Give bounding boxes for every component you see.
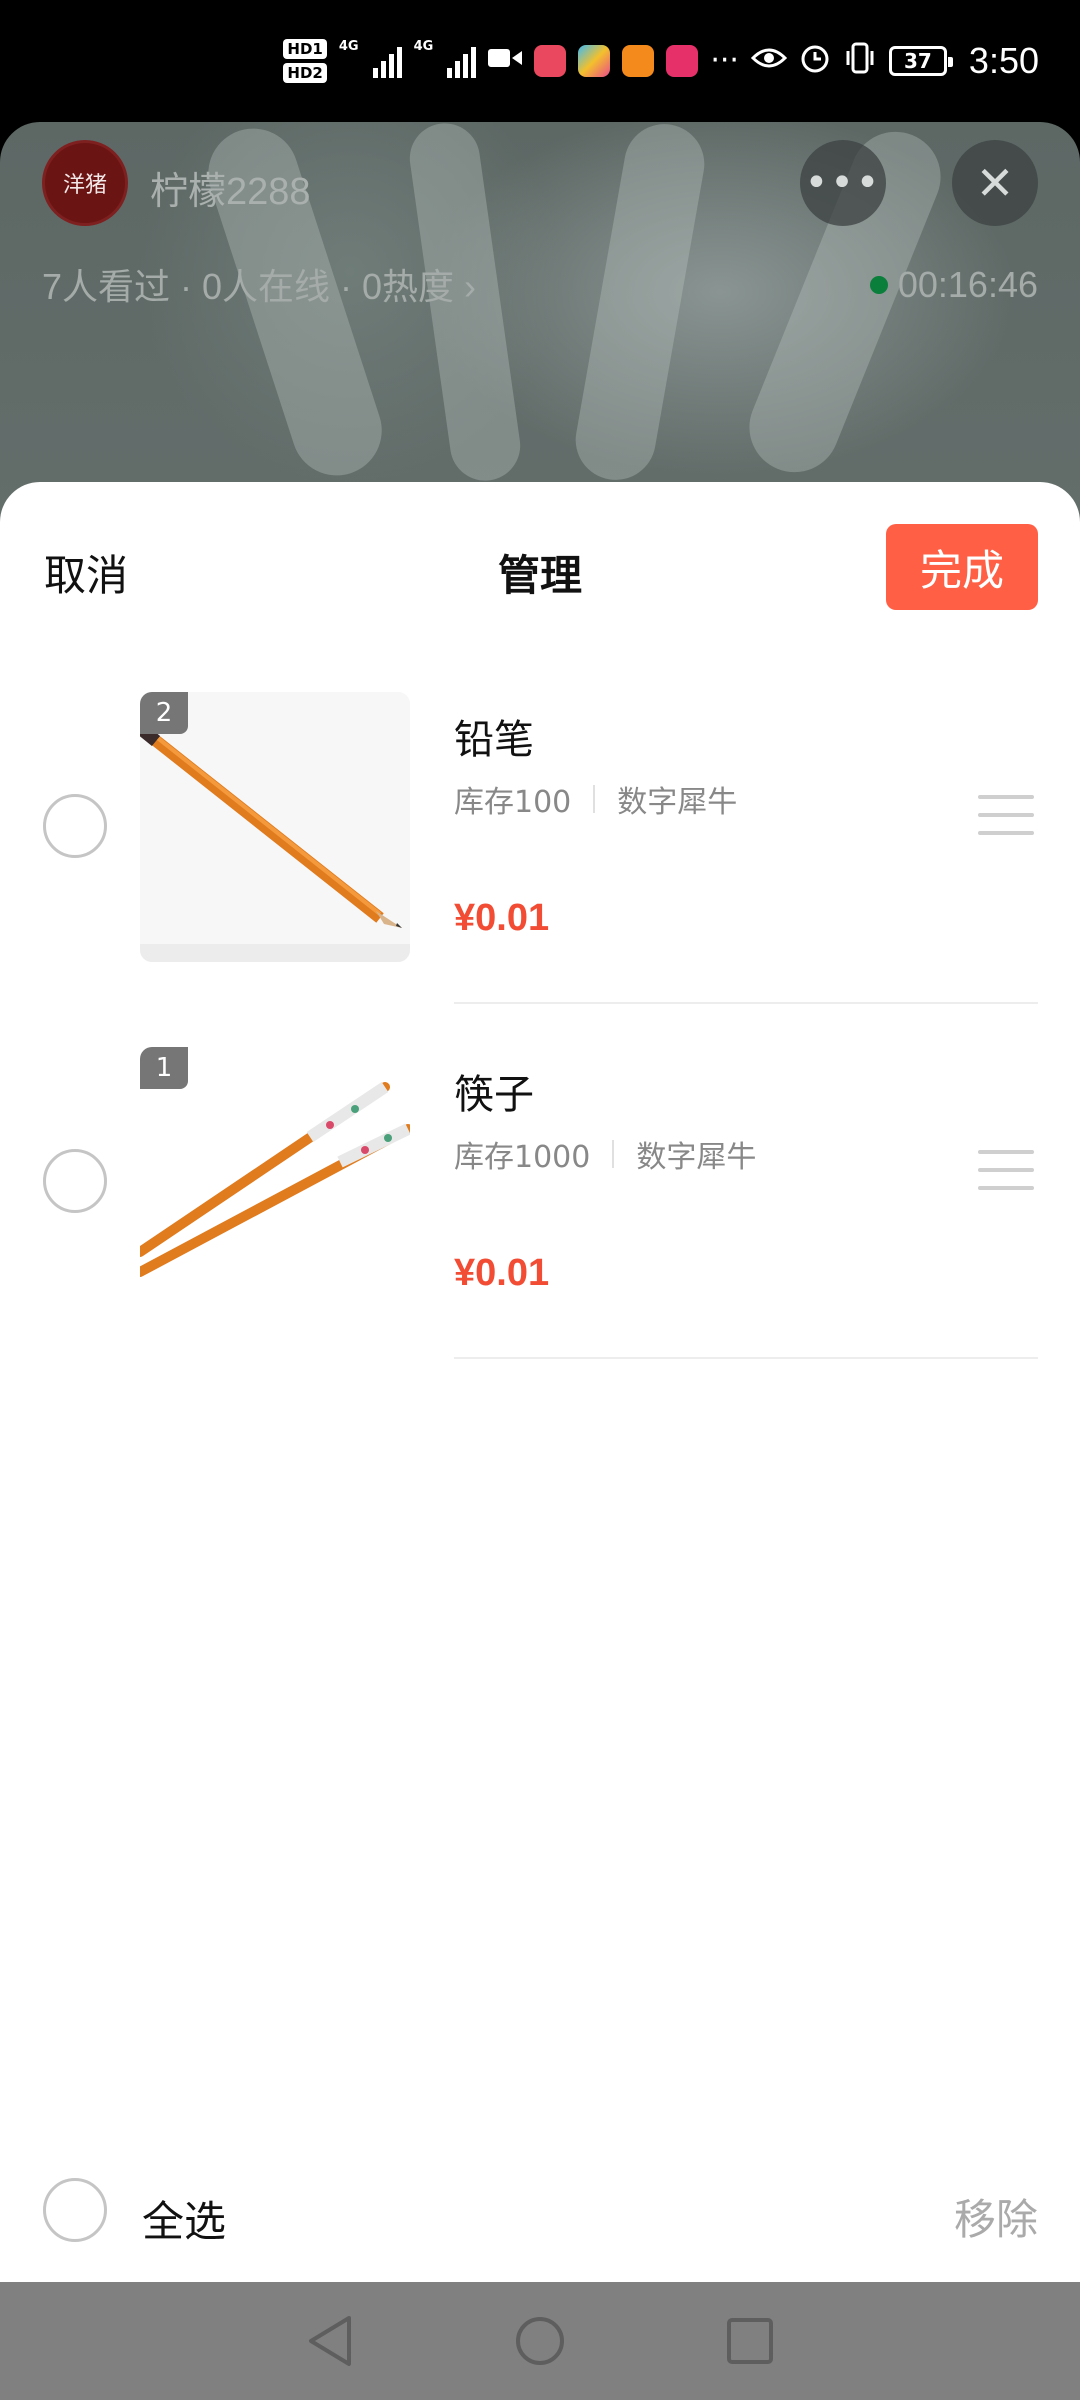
- row-divider: [454, 1002, 1038, 1004]
- shop-app-icon: [666, 45, 699, 77]
- live-header: 洋猪 柠檬2288 ••• ✕ 7人看过 · 0人在线 · 0热度 › 00:1…: [42, 140, 1038, 310]
- meta-divider: [593, 785, 596, 813]
- product-name: 铅笔: [454, 717, 534, 763]
- product-price: ¥0.01: [454, 897, 550, 939]
- product-item: 1 筷子 库存1000 数字犀牛 ¥0.01: [0, 1032, 1080, 1387]
- home-icon[interactable]: [510, 2311, 570, 2371]
- product-meta: 库存100 数字犀牛: [454, 777, 737, 821]
- product-stock: 库存1000: [454, 1140, 591, 1175]
- remove-button[interactable]: 移除: [954, 2186, 1038, 2247]
- product-meta: 库存1000 数字犀牛: [454, 1132, 756, 1176]
- product-image-pencil: 2: [140, 692, 410, 962]
- cancel-button[interactable]: 取消: [44, 542, 128, 603]
- more-options-icon[interactable]: •••: [800, 140, 886, 226]
- row-divider: [454, 1357, 1038, 1359]
- manage-sheet: 取消 管理 完成 2 铅笔 库存100 数字犀牛 ¥0.01 1 筷子 库存10…: [0, 482, 1080, 2282]
- done-button[interactable]: 完成: [886, 524, 1038, 610]
- product-rank-badge: 1: [140, 1047, 188, 1089]
- product-price: ¥0.01: [454, 1252, 550, 1294]
- live-status-dot: [869, 276, 888, 294]
- reader-app-icon: [622, 45, 655, 77]
- book-app-icon: [534, 45, 567, 77]
- streamer-name: 柠檬2288: [150, 171, 311, 213]
- live-timer: 00:16:46: [869, 264, 1038, 306]
- drag-handle-icon[interactable]: [978, 1150, 1034, 1190]
- back-icon[interactable]: [300, 2311, 360, 2371]
- meta-divider: [612, 1140, 615, 1168]
- recents-icon[interactable]: [720, 2311, 780, 2371]
- product-image-chopsticks: 1: [140, 1047, 410, 1317]
- hd1-label: HD1: [283, 39, 327, 59]
- product-rank-badge: 2: [140, 692, 188, 734]
- signal-icon: [447, 44, 477, 78]
- eye-icon: [750, 46, 788, 76]
- network-type-1: 4G: [338, 39, 359, 54]
- product-select-radio[interactable]: [43, 1149, 107, 1213]
- hd2-label: HD2: [283, 63, 327, 83]
- battery-icon: 37: [888, 46, 953, 76]
- drag-handle-icon[interactable]: [978, 795, 1034, 835]
- navigation-bar: [0, 2282, 1080, 2400]
- sheet-footer: 全选 移除: [0, 2162, 1080, 2282]
- live-duration: 00:16:46: [897, 264, 1038, 305]
- gallery-app-icon: [578, 45, 611, 77]
- hd-indicator: HD1 HD2: [283, 39, 327, 83]
- product-shop: 数字犀牛: [636, 1140, 757, 1175]
- alarm-icon: [799, 42, 831, 80]
- network-type-2: 4G: [413, 39, 434, 54]
- select-all-label[interactable]: 全选: [142, 2188, 226, 2249]
- status-bar: HD1 HD2 4G 4G ··· 37 3:50: [0, 0, 1080, 122]
- product-shop: 数字犀牛: [617, 785, 738, 820]
- signal-icon: [372, 44, 402, 78]
- product-select-radio[interactable]: [43, 794, 107, 858]
- product-stock: 库存100: [454, 785, 572, 820]
- select-all-radio[interactable]: [43, 2178, 107, 2242]
- live-stats[interactable]: 7人看过 · 0人在线 · 0热度 ›: [42, 258, 476, 310]
- vibrate-icon: [843, 42, 877, 80]
- close-icon[interactable]: ✕: [952, 140, 1038, 226]
- clock: 3:50: [968, 40, 1039, 81]
- product-item: 2 铅笔 库存100 数字犀牛 ¥0.01: [0, 677, 1080, 1032]
- video-camera-icon: [488, 46, 523, 76]
- status-icons: HD1 HD2 4G 4G ··· 37 3:50: [283, 39, 1039, 83]
- more-notifications-icon: ···: [710, 43, 739, 78]
- streamer-avatar[interactable]: 洋猪: [42, 140, 128, 226]
- product-name: 筷子: [454, 1072, 534, 1118]
